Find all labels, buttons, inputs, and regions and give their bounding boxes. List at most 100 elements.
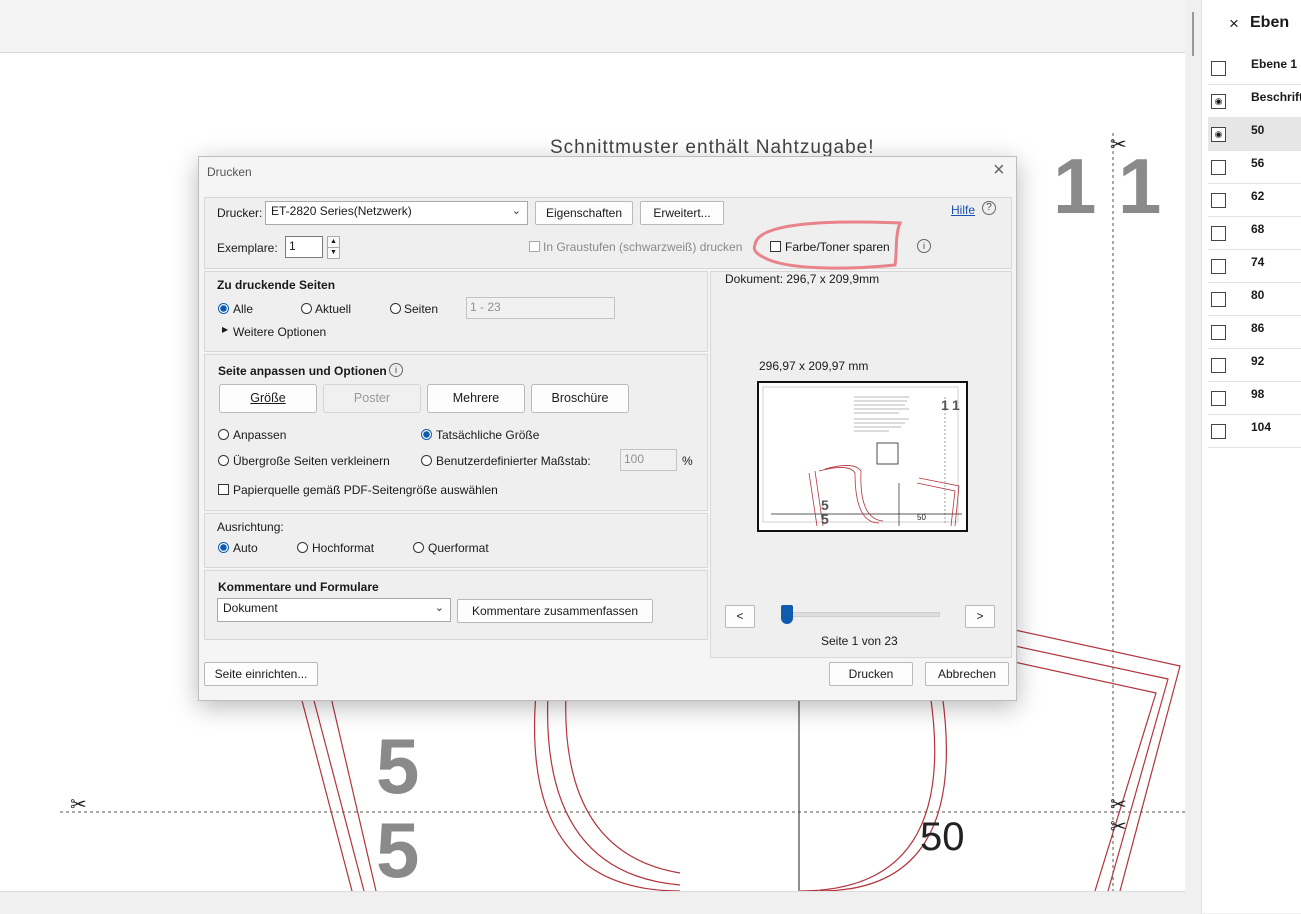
preview-size-label: 50 bbox=[917, 513, 926, 522]
layer-label: 104 bbox=[1251, 420, 1272, 434]
radio-fit[interactable] bbox=[218, 429, 229, 440]
radio-all[interactable] bbox=[218, 303, 229, 314]
layer-row[interactable]: 68 bbox=[1208, 216, 1301, 250]
up-arrow-icon[interactable]: ▲ bbox=[327, 236, 340, 248]
radio-current-label: Aktuell bbox=[315, 302, 352, 316]
radio-auto[interactable] bbox=[218, 542, 229, 553]
next-page-button[interactable]: > bbox=[965, 605, 995, 628]
copies-input[interactable]: 1 bbox=[285, 236, 323, 258]
page-setup-button[interactable]: Seite einrichten... bbox=[204, 662, 318, 686]
layer-label: 74 bbox=[1251, 255, 1265, 269]
page-size: 296,97 x 209,97 mm bbox=[759, 359, 869, 373]
layers-panel: × Eben Ebene 1 ◉ Beschrift ◉ 50 56 62 68 74 80 86 9… bbox=[1201, 0, 1301, 913]
layer-label: Beschrift bbox=[1251, 90, 1301, 104]
radio-custom-scale-label: Benutzerdefinierter Maßstab: bbox=[436, 454, 591, 468]
layer-label: 68 bbox=[1251, 222, 1265, 236]
close-icon[interactable]: × bbox=[993, 159, 1005, 182]
advanced-button[interactable]: Erweitert... bbox=[640, 201, 724, 225]
layer-label: 98 bbox=[1251, 387, 1265, 401]
properties-button[interactable]: Eigenschaften bbox=[535, 201, 633, 225]
layer-visibility-checkbox[interactable] bbox=[1211, 424, 1226, 439]
cancel-button[interactable]: Abbrechen bbox=[925, 662, 1009, 686]
highlight-annotation bbox=[752, 220, 903, 270]
radio-shrink[interactable] bbox=[218, 455, 229, 466]
printer-select[interactable]: ET-2820 Series(Netzwerk) ⌄ bbox=[265, 201, 528, 225]
copies-label: Exemplare: bbox=[217, 241, 278, 255]
copies-stepper[interactable]: ▲ ▼ bbox=[327, 236, 340, 259]
layer-label: 62 bbox=[1251, 189, 1265, 203]
radio-pages[interactable] bbox=[390, 303, 401, 314]
layer-visibility-checkbox[interactable] bbox=[1211, 226, 1226, 241]
layer-row[interactable]: 62 bbox=[1208, 183, 1301, 217]
radio-current[interactable] bbox=[301, 303, 312, 314]
layer-row[interactable]: 74 bbox=[1208, 249, 1301, 283]
scale-unit: % bbox=[682, 454, 693, 468]
summarize-comments-button[interactable]: Kommentare zusammenfassen bbox=[457, 599, 653, 623]
layer-row[interactable]: Ebene 1 bbox=[1208, 51, 1301, 85]
size-label: 50 bbox=[920, 815, 965, 859]
down-arrow-icon[interactable]: ▼ bbox=[327, 248, 340, 259]
layer-visibility-checkbox[interactable] bbox=[1211, 193, 1226, 208]
grayscale-checkbox[interactable] bbox=[529, 241, 540, 252]
layer-row[interactable]: 80 bbox=[1208, 282, 1301, 316]
poster-button[interactable]: Poster bbox=[323, 384, 421, 413]
comments-select[interactable]: Dokument ⌄ bbox=[217, 598, 451, 622]
layer-visibility-checkbox[interactable] bbox=[1211, 358, 1226, 373]
printer-label: Drucker: bbox=[217, 206, 263, 220]
layer-visibility-checkbox[interactable] bbox=[1211, 325, 1226, 340]
radio-custom-scale[interactable] bbox=[421, 455, 432, 466]
info-icon[interactable]: i bbox=[917, 239, 931, 253]
radio-portrait-label: Hochformat bbox=[312, 541, 375, 555]
panel-divider bbox=[1185, 0, 1201, 913]
more-options-toggle[interactable]: Weitere Optionen bbox=[233, 325, 326, 339]
layer-row[interactable]: 86 bbox=[1208, 315, 1301, 349]
layer-visibility-checkbox[interactable] bbox=[1211, 61, 1226, 76]
page-preview: 55 1 1 50 bbox=[757, 381, 968, 532]
booklet-button[interactable]: Broschüre bbox=[531, 384, 629, 413]
eye-icon[interactable]: ◉ bbox=[1211, 94, 1226, 109]
help-link[interactable]: Hilfe bbox=[951, 203, 975, 217]
chevron-down-icon: ⌄ bbox=[511, 205, 521, 217]
layer-row[interactable]: 98 bbox=[1208, 381, 1301, 415]
close-icon[interactable]: × bbox=[1229, 14, 1239, 34]
layer-visibility-checkbox[interactable] bbox=[1211, 292, 1226, 307]
comments-select-value: Dokument bbox=[223, 601, 278, 615]
layer-row[interactable]: ◉ Beschrift bbox=[1208, 84, 1301, 118]
multiple-button[interactable]: Mehrere bbox=[427, 384, 525, 413]
layer-label: 56 bbox=[1251, 156, 1265, 170]
layers-title: Eben bbox=[1250, 14, 1290, 31]
scrollbar-thumb[interactable] bbox=[1192, 12, 1194, 56]
help-icon[interactable]: ? bbox=[982, 201, 996, 215]
print-button[interactable]: Drucken bbox=[829, 662, 913, 686]
layer-visibility-checkbox[interactable] bbox=[1211, 259, 1226, 274]
radio-landscape[interactable] bbox=[413, 542, 424, 553]
radio-pages-label: Seiten bbox=[404, 302, 439, 316]
scale-input[interactable]: 100 bbox=[620, 449, 677, 471]
svg-text:5: 5 bbox=[821, 511, 829, 526]
layer-visibility-checkbox[interactable] bbox=[1211, 391, 1226, 406]
layer-row[interactable]: 56 bbox=[1208, 150, 1301, 184]
page-slider[interactable] bbox=[785, 612, 940, 617]
info-icon[interactable]: i bbox=[389, 363, 403, 377]
layer-row[interactable]: ◉ 50 bbox=[1208, 117, 1301, 151]
layer-label: 80 bbox=[1251, 288, 1265, 302]
pages-range-input[interactable]: 1 - 23 bbox=[466, 297, 615, 319]
pages-title: Zu druckende Seiten bbox=[217, 278, 336, 292]
radio-portrait[interactable] bbox=[297, 542, 308, 553]
expand-triangle-icon[interactable]: ▶ bbox=[222, 325, 228, 334]
prev-page-button[interactable]: < bbox=[725, 605, 755, 628]
preview-number: 1 bbox=[941, 397, 949, 413]
preview-thumbnail: 55 bbox=[762, 386, 962, 526]
svg-text:✂: ✂ bbox=[70, 794, 87, 816]
page-indicator: Seite 1 von 23 bbox=[821, 634, 898, 648]
layer-row[interactable]: 104 bbox=[1208, 414, 1301, 448]
page-slider-thumb[interactable] bbox=[781, 605, 793, 624]
eye-icon[interactable]: ◉ bbox=[1211, 127, 1226, 142]
layer-row[interactable]: 92 bbox=[1208, 348, 1301, 382]
layer-visibility-checkbox[interactable] bbox=[1211, 160, 1226, 175]
radio-landscape-label: Querformat bbox=[428, 541, 489, 555]
pattern-number: 1 bbox=[1053, 142, 1097, 230]
size-button[interactable]: Größe bbox=[219, 384, 317, 413]
radio-actual-size[interactable] bbox=[421, 429, 432, 440]
paper-source-checkbox[interactable] bbox=[218, 484, 229, 495]
